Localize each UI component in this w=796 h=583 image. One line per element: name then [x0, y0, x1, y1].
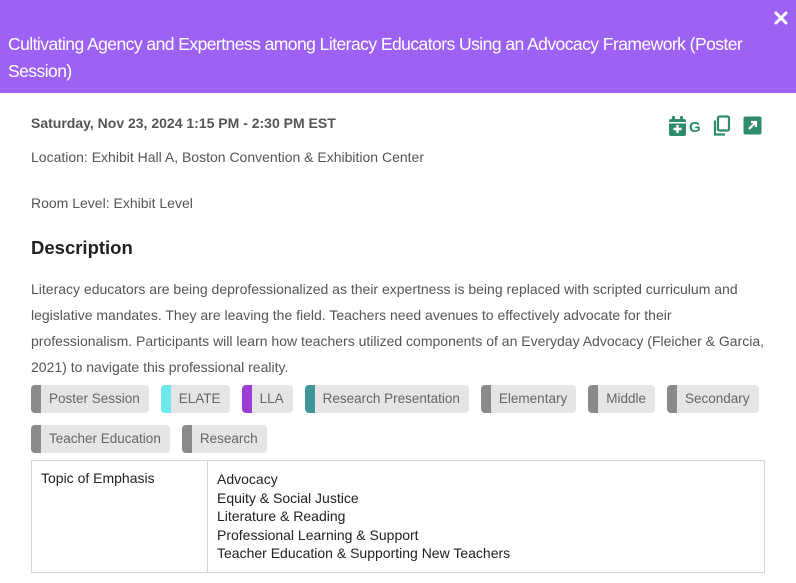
modal-header: Cultivating Agency and Expertness among …: [0, 0, 796, 93]
topic-item: Professional Learning & Support: [217, 526, 419, 543]
session-actions: G: [668, 115, 768, 139]
close-button[interactable]: [773, 10, 789, 26]
open-in-new-button[interactable]: [743, 116, 763, 136]
tag-poster-session[interactable]: Poster Session: [31, 385, 149, 413]
topic-item: Advocacy: [217, 471, 278, 487]
tag-list: Poster Session ELATE LLA Research Presentat…: [31, 385, 776, 453]
session-room-level: Room Level: Exhibit Level: [31, 195, 193, 211]
session-datetime: Saturday, Nov 23, 2024 1:15 PM - 2:30 PM…: [31, 115, 336, 131]
tag-research[interactable]: Research: [181, 425, 267, 453]
topic-item: Literature & Reading: [217, 508, 346, 524]
description-heading: Description: [31, 237, 133, 258]
tag-lla[interactable]: LLA: [241, 385, 293, 413]
tag-research-presentation[interactable]: Research Presentation: [304, 385, 469, 413]
tag-elate[interactable]: ELATE: [160, 385, 230, 413]
copy-button[interactable]: [713, 115, 731, 137]
topic-table: Topic of Emphasis Advocacy Equity & Socia…: [31, 460, 765, 573]
description-text: Literacy educators are being deprofessio…: [31, 281, 764, 375]
tag-elementary[interactable]: Elementary: [480, 385, 577, 413]
close-icon: [774, 11, 788, 25]
tag-teacher-education[interactable]: Teacher Education: [31, 425, 170, 453]
topic-values: Advocacy Equity & Social Justice Literatur…: [207, 460, 765, 573]
table-row: Topic of Emphasis Advocacy Equity & Socia…: [31, 460, 765, 573]
session-title: Cultivating Agency and Expertness among …: [8, 34, 743, 81]
topic-item: Teacher Education & Supporting New Teach…: [217, 545, 511, 561]
tag-middle[interactable]: Middle: [588, 385, 655, 413]
calendar-plus-icon: [669, 116, 686, 136]
open-external-icon: [743, 116, 762, 135]
topic-item: Equity & Social Justice: [217, 489, 359, 506]
copy-icon: [713, 115, 731, 136]
session-location: Location: Exhibit Hall A, Boston Convent…: [31, 149, 425, 165]
add-to-google-calendar-button[interactable]: G: [668, 115, 704, 139]
topic-label: Topic of Emphasis: [31, 460, 208, 573]
google-label: G: [689, 119, 701, 136]
tag-secondary[interactable]: Secondary: [666, 385, 759, 413]
